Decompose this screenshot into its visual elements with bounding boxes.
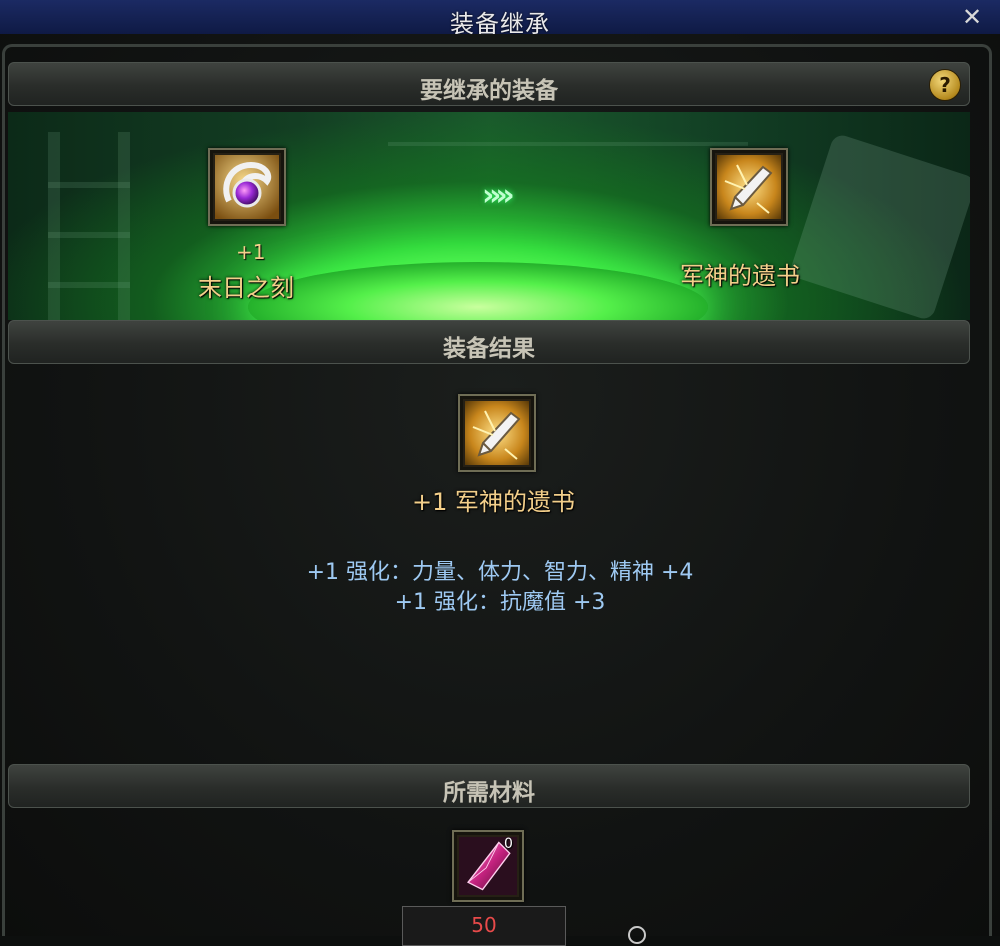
materials-section-title: 所需材料 [443, 779, 535, 806]
materials-section-header: 所需材料 [8, 764, 970, 808]
window-titlebar: 装备继承 ✕ [0, 0, 1000, 38]
lab-shelf [388, 142, 748, 146]
target-item-slot[interactable] [710, 148, 788, 226]
ladder-left-rail [48, 132, 60, 320]
result-item-slot[interactable] [458, 394, 536, 472]
result-stat-line: +1 强化：抗魔值 +3 [394, 590, 606, 615]
inherit-arrow-icon: »» [482, 178, 515, 213]
material-required-quantity: 50 [402, 906, 566, 946]
ladder-rung [48, 232, 130, 238]
source-item-slot[interactable] [208, 148, 286, 226]
lab-crystal-decor [788, 132, 970, 320]
source-item-enhance: +1 [236, 240, 266, 264]
result-stat-line: +1 强化：力量、体力、智力、精神 +4 [306, 560, 694, 585]
green-cauldron-glow [248, 262, 708, 320]
material-item-slot[interactable] [452, 830, 524, 902]
result-section-header: 装备结果 [8, 320, 970, 364]
close-button[interactable]: ✕ [958, 3, 986, 31]
ladder-rung [48, 182, 130, 188]
ladder-right-rail [118, 132, 130, 320]
purple-gem-orb-icon [215, 155, 279, 219]
target-item-name: 军神的遗书 [680, 262, 800, 290]
help-icon[interactable]: ? [929, 69, 961, 101]
inherit-section-header: 要继承的装备 ? [8, 62, 970, 106]
inherit-section-title: 要继承的装备 [420, 77, 558, 104]
result-section-title: 装备结果 [443, 335, 535, 362]
inherit-scene: +1 末日之刻 »» 军神的遗书 [8, 112, 970, 320]
result-item-name: +1 军神的遗书 [412, 488, 576, 516]
cursor-icon [628, 926, 646, 944]
ladder-rung [48, 282, 130, 288]
material-owned-count: 0 [504, 836, 513, 852]
golden-quill-icon [465, 401, 529, 465]
source-item-name: 末日之刻 [198, 274, 294, 302]
golden-quill-icon [717, 155, 781, 219]
